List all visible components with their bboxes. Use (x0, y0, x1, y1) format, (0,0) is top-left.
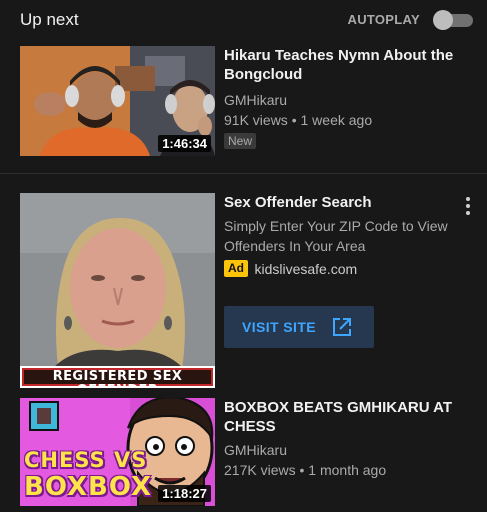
more-options-icon[interactable] (464, 197, 472, 221)
ad-source-row: Ad kidslivesafe.com (224, 260, 464, 280)
video-info-1: Hikaru Teaches Nymn About the Bongcloud … (224, 46, 464, 150)
ad-item[interactable]: REGISTERED SEX OFFENDER Sex Offender Sea… (20, 193, 475, 388)
video-item-2[interactable]: CHESS VS BOXBOX 1:18:27 BOXBOX BEATS GMH… (20, 398, 475, 508)
ad-thumbnail-image (20, 193, 215, 388)
video-views-2: 217K views (224, 462, 296, 478)
video-age-1: 1 week ago (300, 112, 373, 128)
autoplay-toggle-knob (433, 10, 453, 30)
ad-banner-text: REGISTERED SEX OFFENDER (22, 368, 213, 388)
video-info-2: BOXBOX BEATS GMHIKARU AT CHESS GMHikaru … (224, 398, 464, 480)
video-channel-1[interactable]: GMHikaru (224, 90, 464, 110)
ad-title[interactable]: Sex Offender Search (224, 193, 464, 212)
ad-badge: Ad (224, 260, 248, 278)
video-title-2[interactable]: BOXBOX BEATS GMHIKARU AT CHESS (224, 398, 464, 436)
thumbnail-text-boxbox: BOXBOX (24, 472, 153, 502)
video-thumbnail-1[interactable]: 1:46:34 (20, 46, 215, 156)
visit-site-label: VISIT SITE (242, 319, 317, 335)
autoplay-toggle[interactable] (433, 10, 475, 30)
video-channel-2[interactable]: GMHikaru (224, 440, 464, 460)
ad-description: Simply Enter Your ZIP Code to View Offen… (224, 218, 448, 254)
video-duration-1: 1:46:34 (158, 135, 211, 152)
ad-thumbnail-banner: REGISTERED SEX OFFENDER (20, 366, 215, 388)
video-views-1: 91K views (224, 112, 288, 128)
meta-separator-2: • (295, 462, 309, 478)
video-age-2: 1 month ago (308, 462, 387, 478)
up-next-title: Up next (20, 10, 79, 29)
visit-site-button[interactable]: VISIT SITE (224, 306, 374, 348)
video-item-1[interactable]: 1:46:34 Hikaru Teaches Nymn About the Bo… (20, 46, 475, 158)
video-duration-2: 1:18:27 (158, 485, 211, 502)
video-meta-2: 217K views • 1 month ago (224, 460, 464, 480)
autoplay-label: AUTOPLAY (347, 12, 420, 27)
section-divider (0, 173, 487, 174)
video-thumbnail-2[interactable]: CHESS VS BOXBOX 1:18:27 (20, 398, 215, 506)
ad-domain: kidslivesafe.com (254, 260, 358, 277)
up-next-header: Up next AUTOPLAY (20, 8, 475, 32)
meta-separator-1: • (287, 112, 301, 128)
video-title-1[interactable]: Hikaru Teaches Nymn About the Bongcloud (224, 46, 464, 84)
ad-info: Sex Offender Search Simply Enter Your ZI… (224, 193, 464, 280)
thumbnail-text-chess-vs: CHESS VS (24, 448, 148, 472)
ad-thumbnail[interactable]: REGISTERED SEX OFFENDER (20, 193, 215, 388)
new-badge: New (224, 133, 257, 149)
external-link-icon (333, 318, 351, 336)
video-meta-1: 91K views • 1 week ago (224, 110, 464, 130)
